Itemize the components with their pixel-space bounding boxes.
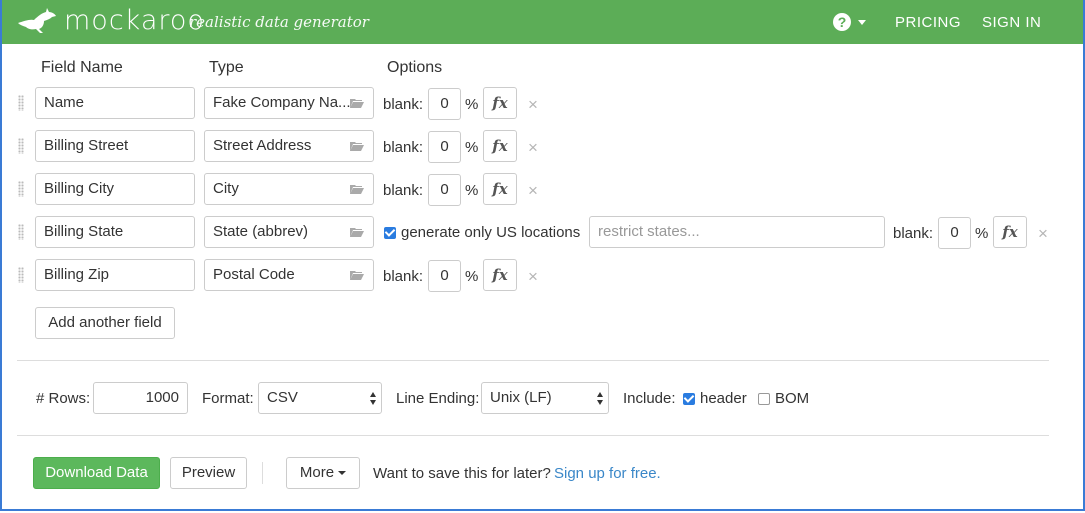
blank-percent-input[interactable]: 0 xyxy=(428,260,461,292)
nav-sign-in[interactable]: SIGN IN xyxy=(982,14,1041,31)
more-button-label: More xyxy=(299,464,335,481)
formula-fx-button[interactable]: fx xyxy=(483,87,517,119)
column-header-field-name: Field Name xyxy=(41,59,123,76)
field-name-input[interactable]: Billing State xyxy=(35,216,195,248)
blank-label: blank: xyxy=(383,182,424,199)
sign-up-link[interactable]: Sign up for free. xyxy=(554,465,661,482)
blank-percent-input[interactable]: 0 xyxy=(938,217,971,249)
preview-button[interactable]: Preview xyxy=(170,457,247,489)
formula-fx-button[interactable]: fx xyxy=(993,216,1027,248)
folder-open-icon xyxy=(350,99,364,108)
field-type-value: Fake Company Na... xyxy=(213,94,351,111)
blank-label: blank: xyxy=(893,225,934,242)
format-select[interactable]: CSV xyxy=(258,382,382,414)
percent-sign: % xyxy=(465,268,479,285)
save-prompt-text: Want to save this for later? xyxy=(373,465,551,482)
brand-tagline: realistic data generator xyxy=(189,13,369,31)
nav-pricing[interactable]: PRICING xyxy=(895,14,961,31)
drag-handle-icon[interactable] xyxy=(18,95,24,111)
folder-open-icon xyxy=(350,271,364,280)
line-ending-select[interactable]: Unix (LF) xyxy=(481,382,609,414)
field-type-value: Postal Code xyxy=(213,266,295,283)
percent-sign: % xyxy=(465,182,479,199)
folder-open-icon xyxy=(350,142,364,151)
line-ending-select-value: Unix (LF) xyxy=(490,389,552,406)
remove-field-icon[interactable]: × xyxy=(528,267,538,287)
field-type-select[interactable]: State (abbrev) xyxy=(204,216,374,248)
field-type-value: Street Address xyxy=(213,137,312,154)
percent-sign: % xyxy=(465,96,479,113)
field-name-input[interactable]: Billing City xyxy=(35,173,195,205)
folder-open-icon xyxy=(350,185,364,194)
question-circle-icon[interactable]: ? xyxy=(833,13,851,31)
field-name-input[interactable]: Billing Zip xyxy=(35,259,195,291)
section-divider xyxy=(17,435,1049,436)
format-select-value: CSV xyxy=(267,389,298,406)
percent-sign: % xyxy=(465,139,479,156)
formula-fx-button[interactable]: fx xyxy=(483,259,517,291)
drag-handle-icon[interactable] xyxy=(18,181,24,197)
more-dropdown-button[interactable]: More xyxy=(286,457,360,489)
us-only-label: generate only US locations xyxy=(401,224,581,241)
field-type-value: State (abbrev) xyxy=(213,223,309,240)
blank-percent-input[interactable]: 0 xyxy=(428,131,461,163)
section-divider xyxy=(17,360,1049,361)
remove-field-icon[interactable]: × xyxy=(528,181,538,201)
folder-open-icon xyxy=(350,228,364,237)
drag-handle-icon[interactable] xyxy=(18,267,24,283)
formula-fx-button[interactable]: fx xyxy=(483,173,517,205)
field-name-input[interactable]: Name xyxy=(35,87,195,119)
help-caret-down-icon[interactable] xyxy=(858,20,866,25)
remove-field-icon[interactable]: × xyxy=(528,95,538,115)
format-label: Format: xyxy=(202,390,254,407)
drag-handle-icon[interactable] xyxy=(18,138,24,154)
field-type-value: City xyxy=(213,180,239,197)
include-bom-label: BOM xyxy=(775,390,810,407)
top-navbar: mockaroo realistic data generator ? PRIC… xyxy=(2,0,1083,44)
select-arrows-icon xyxy=(597,392,603,406)
field-type-select[interactable]: Street Address xyxy=(204,130,374,162)
drag-handle-icon[interactable] xyxy=(18,224,24,240)
include-label: Include: xyxy=(623,390,676,407)
rows-count-input[interactable]: 1000 xyxy=(93,382,188,414)
us-only-checkbox[interactable] xyxy=(384,227,396,239)
field-type-select[interactable]: City xyxy=(204,173,374,205)
caret-down-icon xyxy=(338,471,347,476)
kangaroo-logo-icon[interactable] xyxy=(16,7,58,35)
action-separator xyxy=(262,462,263,484)
percent-sign: % xyxy=(975,225,989,242)
app-frame: mockaroo realistic data generator ? PRIC… xyxy=(0,0,1085,511)
select-arrows-icon xyxy=(370,392,376,406)
blank-label: blank: xyxy=(383,96,424,113)
remove-field-icon[interactable]: × xyxy=(1038,224,1048,244)
remove-field-icon[interactable]: × xyxy=(528,138,538,158)
download-data-button[interactable]: Download Data xyxy=(33,457,160,489)
add-another-field-button[interactable]: Add another field xyxy=(35,307,175,339)
rows-label: # Rows: xyxy=(36,390,91,407)
include-header-label: header xyxy=(700,390,747,407)
blank-label: blank: xyxy=(383,268,424,285)
blank-percent-input[interactable]: 0 xyxy=(428,174,461,206)
formula-fx-button[interactable]: fx xyxy=(483,130,517,162)
include-bom-checkbox[interactable] xyxy=(758,393,770,405)
column-header-type: Type xyxy=(209,59,244,76)
brand-name[interactable]: mockaroo xyxy=(64,5,205,36)
line-ending-label: Line Ending: xyxy=(396,390,480,407)
include-header-checkbox[interactable] xyxy=(683,393,695,405)
restrict-states-input[interactable]: restrict states... xyxy=(589,216,885,248)
blank-percent-input[interactable]: 0 xyxy=(428,88,461,120)
restrict-states-placeholder: restrict states... xyxy=(598,223,700,240)
field-type-select[interactable]: Postal Code xyxy=(204,259,374,291)
column-header-options: Options xyxy=(387,59,443,76)
field-name-input[interactable]: Billing Street xyxy=(35,130,195,162)
blank-label: blank: xyxy=(383,139,424,156)
field-type-select[interactable]: Fake Company Na... xyxy=(204,87,374,119)
